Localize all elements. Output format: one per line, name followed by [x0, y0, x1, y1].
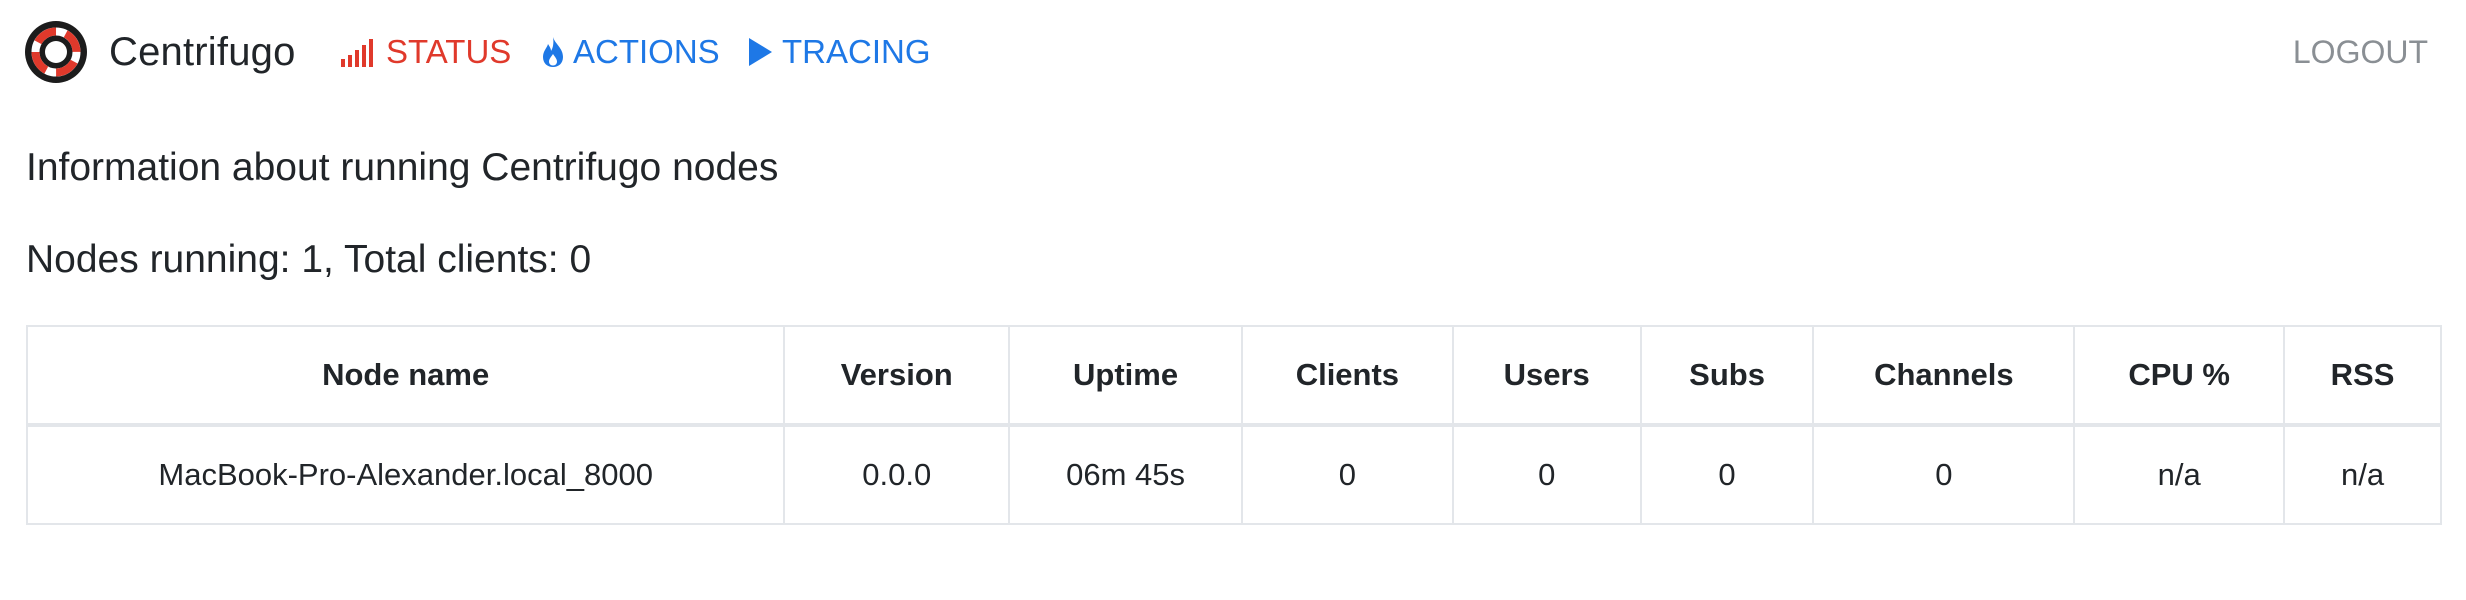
nodes-summary: Nodes running: 1, Total clients: 0 [26, 238, 591, 282]
column-header-rss: RSS [2283, 325, 2442, 427]
page-headline: Information about running Centrifugo nod… [26, 146, 779, 189]
column-header-subs: Subs [1639, 325, 1815, 427]
brand-name: Centrifugo [109, 29, 296, 74]
signal-bars-icon [340, 37, 386, 67]
nav-status-label: STATUS [386, 33, 512, 70]
cell-uptime: 06m 45s [1008, 424, 1243, 525]
top-navbar: Centrifugo STATUS ACTIONS TRACING LOGOUT [0, 0, 2466, 104]
nav-tracing-link[interactable]: TRACING [746, 30, 931, 74]
nodes-running-label: Nodes running: [26, 238, 302, 281]
nodes-running-count: 1 [301, 238, 324, 281]
cell-version: 0.0.0 [783, 424, 1011, 525]
cell-rss: n/a [2283, 424, 2442, 525]
cell-channels: 0 [1812, 424, 2076, 525]
column-header-cpu: CPU % [2073, 325, 2286, 427]
cell-users: 0 [1451, 424, 1642, 525]
column-header-channels: Channels [1812, 325, 2076, 427]
column-header-users: Users [1451, 325, 1642, 427]
brand-link[interactable]: Centrifugo [25, 21, 296, 83]
column-header-clients: Clients [1240, 325, 1454, 427]
table-header-row: Node name Version Uptime Clients Users S… [25, 325, 2442, 427]
cell-clients: 0 [1240, 424, 1454, 525]
play-icon [746, 36, 782, 68]
column-header-uptime: Uptime [1008, 325, 1243, 427]
total-clients-label: , Total clients: [323, 238, 570, 281]
nav-actions-link[interactable]: ACTIONS [541, 30, 720, 74]
nav-actions-label: ACTIONS [573, 33, 720, 70]
table-row: MacBook-Pro-Alexander.local_8000 0.0.0 0… [25, 424, 2442, 525]
nav-status-link[interactable]: STATUS [340, 30, 511, 74]
cell-subs: 0 [1639, 424, 1815, 525]
flame-icon [541, 36, 573, 68]
page: Centrifugo STATUS ACTIONS TRACING LOGOUT… [0, 0, 2466, 600]
column-header-node-name: Node name [25, 325, 786, 427]
column-header-version: Version [783, 325, 1011, 427]
centrifugo-logo-icon [25, 21, 87, 83]
nav-tracing-label: TRACING [782, 33, 931, 70]
total-clients-count: 0 [569, 238, 592, 281]
cell-cpu: n/a [2073, 424, 2286, 525]
cell-node-name: MacBook-Pro-Alexander.local_8000 [25, 424, 786, 525]
nodes-table: Node name Version Uptime Clients Users S… [25, 325, 2442, 525]
logout-link[interactable]: LOGOUT [2293, 30, 2428, 74]
